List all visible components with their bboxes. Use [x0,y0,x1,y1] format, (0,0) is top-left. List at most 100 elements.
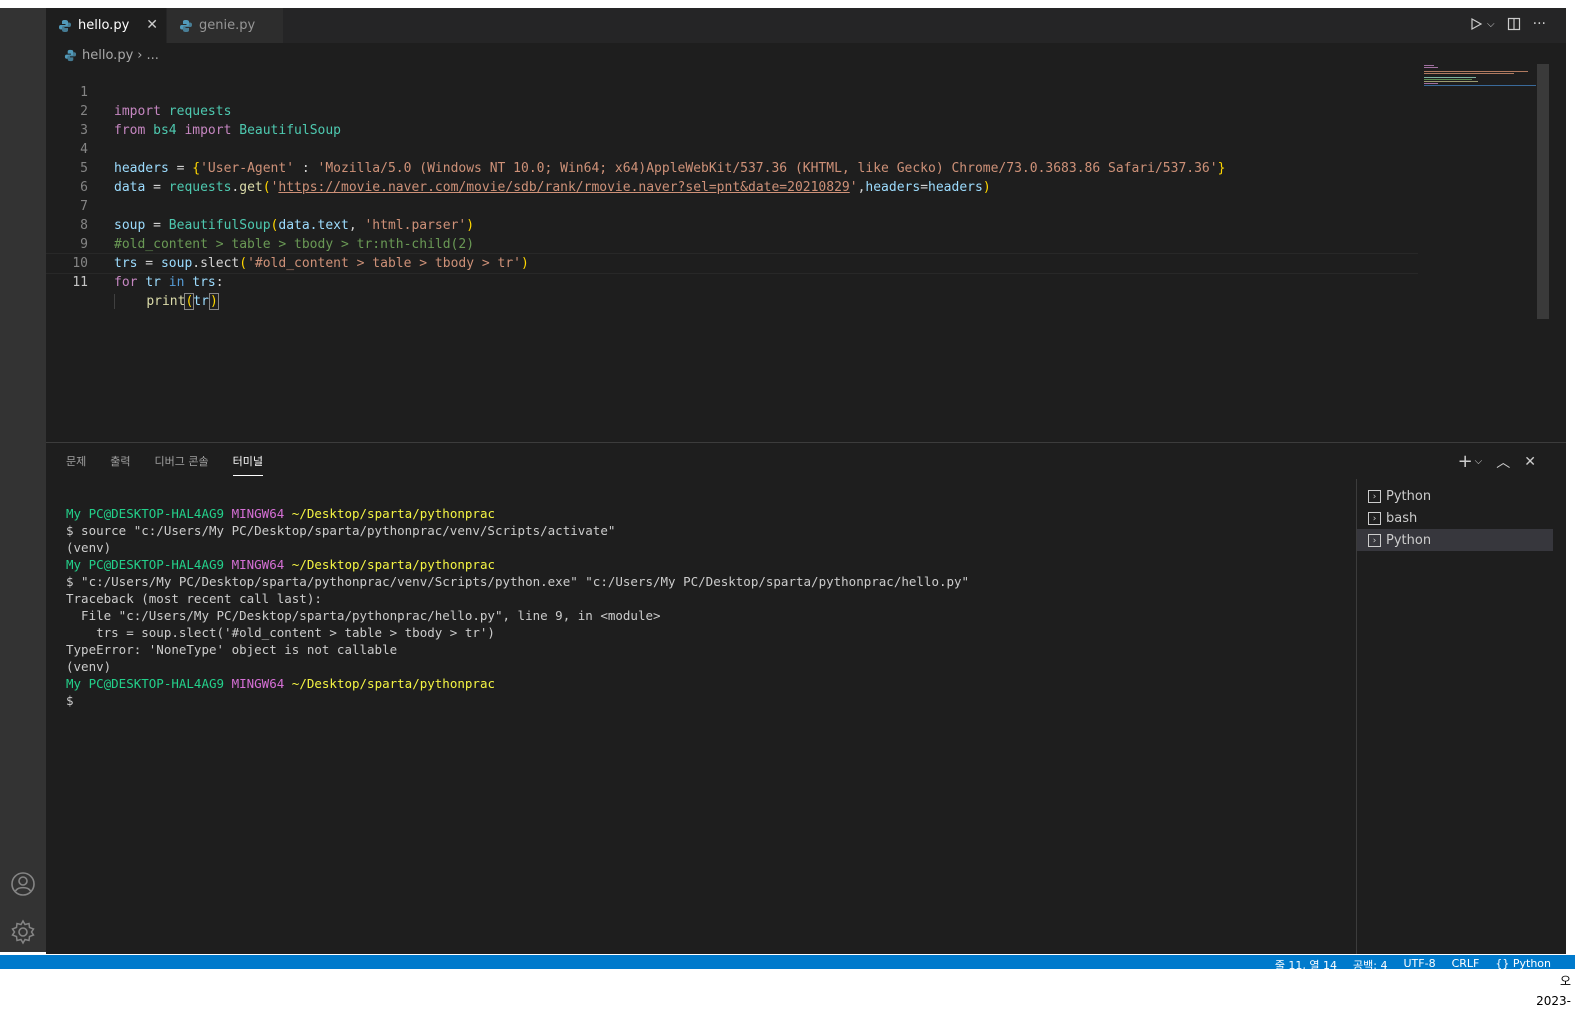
terminal-line: trs = soup.slect('#old_content > table >… [66,625,495,640]
clock-date: 2023- [1536,994,1571,1008]
terminal-line: TypeError: 'NoneType' object is not call… [66,642,398,657]
terminal-item-label: Python [1386,488,1432,504]
vscode-window: hello.py ✕ genie.py ⌵ ··· hello.py › ... [46,8,1566,954]
code-token: in [168,275,185,290]
clock-time: 오 [1559,974,1571,988]
code-line: 4 headers = {'User-Agent' : 'Mozilla/5.0… [46,121,1418,176]
line-number: 11 [72,275,88,290]
tab-terminal[interactable]: 터미널 [232,453,263,476]
terminal-line: My PC@DESKTOP-HAL4AG9 MINGW64 ~/Desktop/… [66,505,969,522]
code-line: 8 #old_content > table > tbody > tr:nth-… [46,197,1418,252]
terminal-icon: › [1368,533,1381,547]
terminal-item-python-active[interactable]: › Python [1357,529,1553,551]
code-token: print [146,294,186,309]
panel-tabs: 문제 출력 디버그 콘솔 터미널 [66,453,263,476]
code-token: tr [145,275,161,290]
code-token: for [114,275,138,290]
code-line: 1 import requests [46,64,1418,119]
tab-label: hello.py [78,18,130,33]
prompt-path: ~/Desktop/sparta/pythonprac [291,506,495,521]
terminal-item-label: Python [1386,532,1432,548]
code-line: 6 [46,159,1418,195]
split-editor-icon[interactable] [1507,17,1521,31]
code-token: ) [208,293,219,310]
end-of-line[interactable]: CRLF [1452,957,1480,969]
taskbar-clock[interactable]: 오 2023- [1536,971,1571,1011]
tab-problems[interactable]: 문제 [66,453,86,476]
close-panel-icon[interactable]: ✕ [1524,454,1536,470]
prompt-user: My PC@DESKTOP-HAL4AG9 [66,506,225,521]
panel-actions: + ⌵ ︿ ✕ [1458,451,1536,472]
prompt-user: My PC@DESKTOP-HAL4AG9 [66,676,225,691]
status-bar: 줄 11, 열 14 공백: 4 UTF-8 CRLF {} Python [0,955,1575,969]
run-icon[interactable] [1469,17,1483,31]
code-line: 9 trs = soup.slect('#old_content > table… [46,216,1418,271]
tab-output[interactable]: 출력 [110,453,130,476]
tab-label: genie.py [199,18,256,33]
code-line: 2 from bs4 import BeautifulSoup [46,83,1418,138]
terminal-line: $ "c:/Users/My PC/Desktop/sparta/pythonp… [66,574,970,589]
cursor-position[interactable]: 줄 11, 열 14 [1275,957,1337,969]
code-token: trs [192,275,216,290]
prompt-env: MINGW64 [231,506,285,521]
terminal-line: $ source "c:/Users/My PC/Desktop/sparta/… [66,523,616,538]
encoding[interactable]: UTF-8 [1404,957,1436,969]
code-indent [114,294,147,309]
terminal-line: $ [66,693,74,708]
gear-icon[interactable] [9,918,37,946]
editor-actions: ⌵ ··· [1469,16,1546,32]
terminal-icon: › [1368,511,1381,525]
breadcrumb-file[interactable]: hello.py [82,48,133,63]
editor-tab-bar: hello.py ✕ genie.py ⌵ ··· [46,8,1566,43]
minimap[interactable] [1424,64,1536,94]
editor-scrollbar[interactable] [1537,64,1549,319]
activity-bar [0,8,46,952]
bottom-panel: 문제 출력 디버그 콘솔 터미널 + ⌵ ︿ ✕ My PC@DESKTOP-H… [46,442,1566,954]
prompt-env: MINGW64 [231,676,285,691]
maximize-panel-icon[interactable]: ︿ [1496,452,1510,472]
terminal-list: › Python › bash › Python [1356,479,1566,954]
code-line: 5 data = requests.get('https://movie.nav… [46,140,1418,195]
language-mode[interactable]: {} Python [1495,957,1551,969]
indentation[interactable]: 공백: 4 [1353,957,1387,969]
tab-genie-py[interactable]: genie.py [167,8,283,43]
terminal-icon: › [1368,489,1381,503]
new-terminal-icon[interactable]: + [1458,451,1473,472]
braces-icon: {} [1495,957,1510,969]
code-line: 3 [46,102,1418,138]
terminal-item-python[interactable]: › Python [1357,485,1553,507]
code-token: tr [193,294,210,309]
prompt-user: My PC@DESKTOP-HAL4AG9 [66,557,225,572]
tab-hello-py[interactable]: hello.py ✕ [46,8,166,43]
terminal-line: My PC@DESKTOP-HAL4AG9 MINGW64 ~/Desktop/… [66,675,969,692]
chevron-right-icon: › [137,47,143,63]
prompt-path: ~/Desktop/sparta/pythonprac [291,676,495,691]
taskbar: 오 2023- [0,969,1575,1014]
terminal-item-label: bash [1386,510,1418,526]
code-token: : [215,275,224,290]
language-label: Python [1512,957,1551,969]
close-icon[interactable]: ✕ [146,17,158,33]
terminal-output[interactable]: My PC@DESKTOP-HAL4AG9 MINGW64 ~/Desktop/… [66,505,969,709]
code-line: 10 for tr in trs: [46,235,1418,290]
chevron-down-icon[interactable]: ⌵ [1475,456,1483,467]
tab-debug-console[interactable]: 디버그 콘솔 [155,453,209,476]
chevron-down-icon[interactable]: ⌵ [1487,19,1495,30]
breadcrumb-more[interactable]: ... [146,48,158,63]
more-actions-icon[interactable]: ··· [1533,16,1546,32]
python-file-icon [59,19,71,32]
code-line-current: 11 print(tr) [46,253,1418,310]
terminal-item-bash[interactable]: › bash [1357,507,1553,529]
terminal-line: (venv) [66,540,112,555]
python-file-icon [180,19,192,32]
account-icon[interactable] [9,870,37,898]
terminal-line: My PC@DESKTOP-HAL4AG9 MINGW64 ~/Desktop/… [66,556,969,573]
code-editor[interactable]: 1 import requests 2 from bs4 import Beau… [46,64,1536,444]
code-line: 7 soup = BeautifulSoup(data.text, 'html.… [46,178,1418,233]
terminal-line: Traceback (most recent call last): [66,591,322,606]
prompt-env: MINGW64 [231,557,285,572]
prompt-path: ~/Desktop/sparta/pythonprac [291,557,495,572]
breadcrumb: hello.py › ... [64,44,159,66]
terminal-line: (venv) [66,659,112,674]
terminal-line: File "c:/Users/My PC/Desktop/sparta/pyth… [66,608,661,623]
